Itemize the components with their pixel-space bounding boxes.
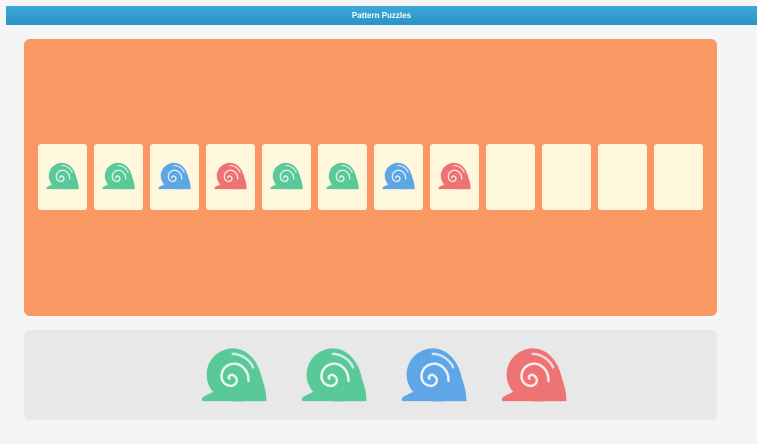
empty-slot[interactable] [598, 144, 647, 210]
sequence-card [430, 144, 479, 210]
red-shell-icon [499, 340, 571, 411]
red-shell-icon [437, 157, 473, 198]
sequence-card [38, 144, 87, 210]
sequence-card [94, 144, 143, 210]
empty-slot[interactable] [542, 144, 591, 210]
choice-red-shell[interactable] [498, 342, 572, 408]
red-shell-icon [213, 157, 249, 198]
choice-green-shell[interactable] [198, 342, 272, 408]
blue-shell-icon [157, 157, 193, 198]
choice-blue-shell[interactable] [398, 342, 472, 408]
blue-shell-icon [381, 157, 417, 198]
green-shell-icon [199, 340, 271, 411]
green-shell-icon [325, 157, 361, 198]
sequence-card [374, 144, 423, 210]
empty-slot[interactable] [486, 144, 535, 210]
app-title: Pattern Puzzles [351, 11, 412, 20]
sequence-card [150, 144, 199, 210]
empty-slot[interactable] [654, 144, 703, 210]
app-title-bar: Pattern Puzzles [6, 6, 757, 25]
blue-shell-icon [399, 340, 471, 411]
sequence-card [318, 144, 367, 210]
sequence-card [206, 144, 255, 210]
choice-green-shell[interactable] [298, 342, 372, 408]
green-shell-icon [299, 340, 371, 411]
green-shell-icon [101, 157, 137, 198]
sequence-card [262, 144, 311, 210]
green-shell-icon [269, 157, 305, 198]
green-shell-icon [45, 157, 81, 198]
